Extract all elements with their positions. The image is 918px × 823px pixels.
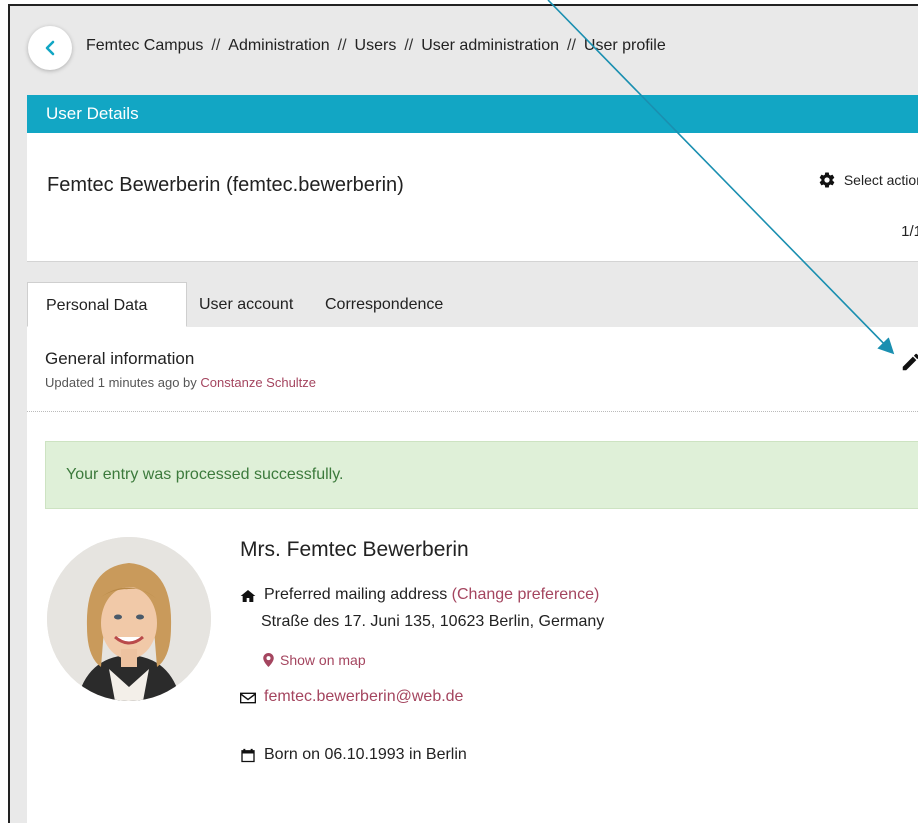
mailing-address-row: Preferred mailing address (Change prefer… [240,586,599,604]
app-frame: Femtec Campus // Administration // Users // Us… [8,4,918,823]
envelope-icon [240,692,256,704]
select-action-label: Select action [843,172,918,188]
user-details-header: User Details [27,95,918,133]
section-divider [27,411,918,412]
breadcrumb: Femtec Campus // Administration // Users // Us… [86,37,666,55]
mailing-label: Preferred mailing address [264,586,448,603]
home-icon [240,590,256,602]
show-on-map-link[interactable]: Show on map [263,652,366,668]
pencil-icon [902,353,918,371]
breadcrumb-separator: // [404,37,414,54]
section-title: General information [45,349,195,368]
tab-bar: Personal Data User account Correspondenc… [27,282,918,328]
breadcrumb-item-users[interactable]: Users [355,37,397,54]
calendar-icon [241,748,255,763]
updated-by-link[interactable]: Constanze Schultze [200,375,316,390]
gear-icon [819,172,835,188]
pager: 1/1 [901,223,918,240]
avatar [47,537,211,701]
back-button[interactable] [28,26,72,70]
profile-name: Mrs. Femtec Bewerberin [240,538,469,561]
breadcrumb-separator: // [337,37,347,54]
address-text: Straße des 17. Juni 135, 10623 Berlin, G… [261,613,605,630]
breadcrumb-item-femtec-campus[interactable]: Femtec Campus [86,37,203,54]
breadcrumb-item-administration[interactable]: Administration [228,37,329,54]
updated-info: Updated 1 minutes ago by Constanze Schul… [45,375,316,390]
tab-content: General information Updated 1 minutes ag… [27,327,918,823]
success-message: Your entry was processed successfully. [66,466,344,483]
user-summary: Femtec Bewerberin (femtec.bewerberin) Se… [27,133,918,262]
change-preference-link[interactable]: (Change preference) [452,586,600,603]
email-row: femtec.bewerberin@web.de [240,688,463,706]
breadcrumb-separator: // [567,37,576,54]
select-action-button[interactable]: Select action [818,171,918,189]
breadcrumb-separator: // [211,37,221,54]
show-on-map-label: Show on map [280,652,366,668]
edit-button[interactable] [900,351,918,378]
birth-row: Born on 06.10.1993 in Berlin [240,746,467,764]
success-alert: Your entry was processed successfully. [45,441,918,509]
tab-personal-data[interactable]: Personal Data [27,282,187,327]
updated-text: Updated 1 minutes ago by [45,375,197,390]
chevron-left-icon [45,40,55,56]
breadcrumb-item-user-administration[interactable]: User administration [421,37,559,54]
user-display-name: Femtec Bewerberin (femtec.bewerberin) [47,174,404,196]
breadcrumb-item-user-profile: User profile [583,37,666,54]
tab-user-account[interactable]: User account [199,282,293,327]
email-link[interactable]: femtec.bewerberin@web.de [264,688,463,706]
tab-correspondence[interactable]: Correspondence [325,282,443,327]
panel-title: User Details [46,104,139,123]
map-marker-icon [263,653,274,667]
birth-info: Born on 06.10.1993 in Berlin [264,746,467,763]
